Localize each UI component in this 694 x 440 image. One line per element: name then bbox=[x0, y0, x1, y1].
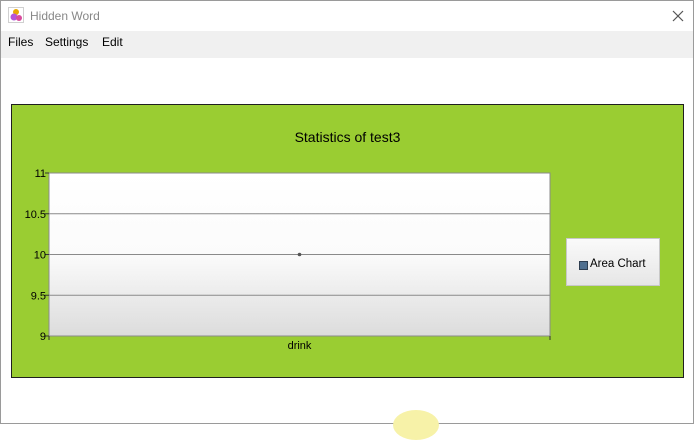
legend-swatch bbox=[579, 261, 588, 270]
menu-files[interactable]: Files bbox=[5, 35, 36, 49]
menu-bar: Files Settings Edit bbox=[1, 31, 693, 58]
y-tick-label: 11 bbox=[35, 168, 46, 180]
x-tick-label: drink bbox=[288, 340, 312, 352]
y-tick-label: 9 bbox=[40, 331, 46, 343]
app-window: Hidden Word Files Settings Edit Statisti… bbox=[0, 0, 694, 424]
close-button[interactable] bbox=[663, 1, 693, 31]
close-icon bbox=[672, 10, 684, 22]
window-title: Hidden Word bbox=[30, 9, 100, 23]
legend-label: Area Chart bbox=[590, 258, 646, 270]
data-point bbox=[297, 252, 302, 257]
chart-legend: Area Chart bbox=[566, 238, 660, 286]
y-tick-label: 10 bbox=[34, 250, 46, 262]
y-tick-label: 9.5 bbox=[31, 290, 46, 302]
y-tick-label: 10.5 bbox=[25, 209, 46, 221]
cursor-highlight bbox=[393, 410, 439, 440]
title-bar: Hidden Word bbox=[1, 1, 693, 31]
app-logo-icon bbox=[8, 7, 24, 23]
menu-edit[interactable]: Edit bbox=[99, 35, 126, 49]
chart-panel: Statistics of test3 11 10.5 10 9.5 9 drink Ar… bbox=[11, 104, 684, 378]
menu-settings[interactable]: Settings bbox=[42, 35, 91, 49]
